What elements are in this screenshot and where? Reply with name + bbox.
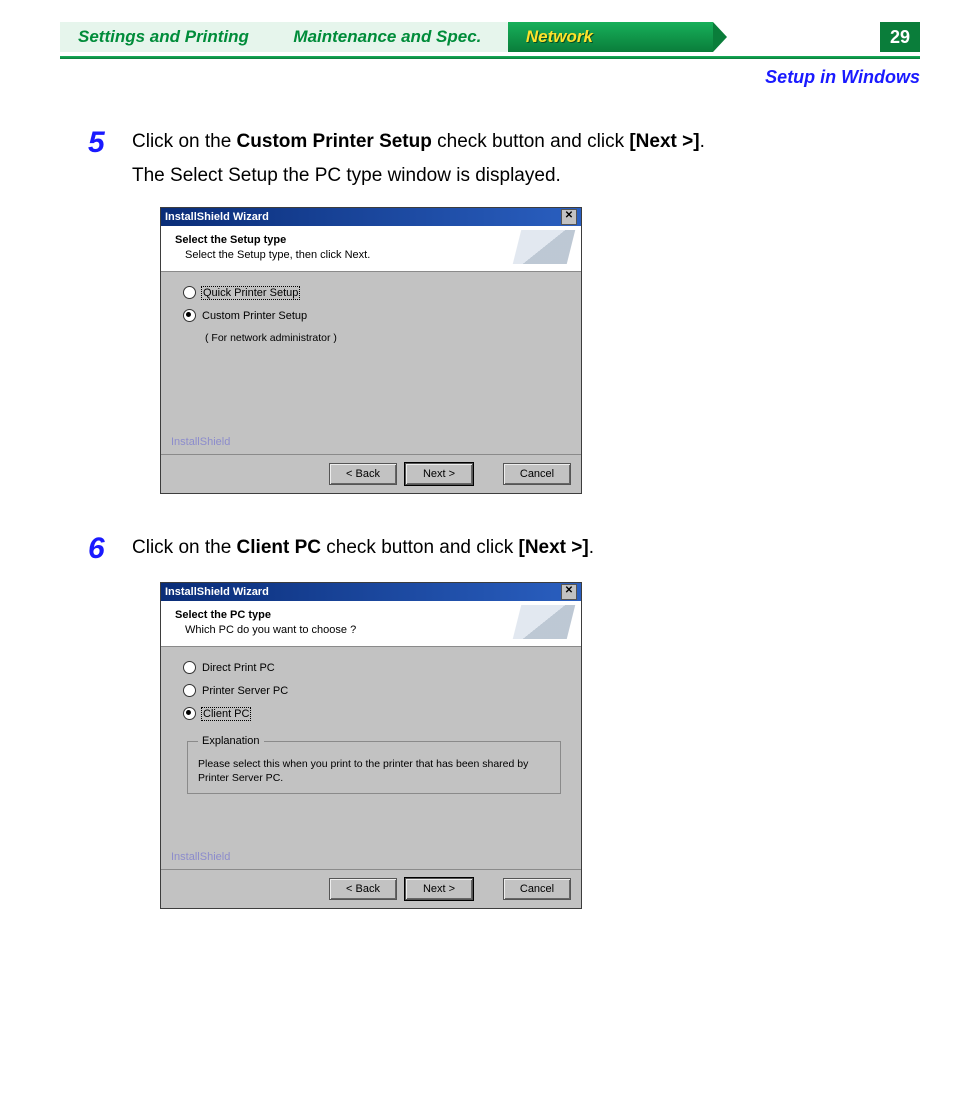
banner-subtitle: Which PC do you want to choose ? [185, 624, 571, 636]
banner-title: Select the Setup type [175, 234, 571, 246]
wizard-buttons: < Back Next > Cancel [161, 869, 581, 908]
window-title: InstallShield Wizard [165, 586, 269, 598]
tab-settings[interactable]: Settings and Printing [60, 22, 275, 52]
t-bold: [Next >] [519, 537, 589, 558]
explanation-legend: Explanation [198, 734, 264, 749]
wizard-setup-type: InstallShield Wizard ✕ Select the Setup … [160, 207, 582, 494]
radio-icon [183, 707, 196, 720]
banner-title: Select the PC type [175, 609, 571, 621]
section-heading: Setup in Windows [0, 67, 920, 88]
tab-maintenance[interactable]: Maintenance and Spec. [275, 22, 507, 52]
cancel-button[interactable]: Cancel [503, 463, 571, 485]
brand-text: InstallShield [171, 436, 230, 448]
radio-label: Direct Print PC [202, 662, 275, 674]
radio-client-pc[interactable]: Client PC [183, 707, 565, 720]
radio-icon [183, 661, 196, 674]
radio-printer-server-pc[interactable]: Printer Server PC [183, 684, 565, 697]
wizard-pc-type: InstallShield Wizard ✕ Select the PC typ… [160, 582, 582, 909]
t-bold: Client PC [237, 537, 321, 558]
wizard-banner: Select the PC type Which PC do you want … [161, 601, 581, 647]
step-text: Click on the Custom Printer Setup check … [132, 128, 705, 189]
radio-label: Client PC [202, 708, 250, 720]
close-icon[interactable]: ✕ [561, 584, 577, 600]
page-number-badge: 29 [880, 22, 920, 52]
top-tabs: Settings and Printing Maintenance and Sp… [60, 22, 954, 52]
step-number: 5 [88, 128, 132, 158]
back-button[interactable]: < Back [329, 878, 397, 900]
t-bold: [Next >] [629, 131, 699, 152]
close-icon[interactable]: ✕ [561, 209, 577, 225]
explanation-box: Explanation Please select this when you … [187, 734, 561, 794]
wizard-body: Quick Printer Setup Custom Printer Setup… [161, 272, 581, 454]
t: Click on the [132, 537, 237, 558]
radio-label: Quick Printer Setup [202, 287, 299, 299]
window-titlebar: InstallShield Wizard ✕ [161, 208, 581, 226]
step-6: 6 Click on the Client PC check button an… [88, 534, 954, 564]
radio-icon [183, 309, 196, 322]
radio-icon [183, 286, 196, 299]
radio-direct-print-pc[interactable]: Direct Print PC [183, 661, 565, 674]
wizard-banner: Select the Setup type Select the Setup t… [161, 226, 581, 272]
radio-custom-printer-setup[interactable]: Custom Printer Setup [183, 309, 565, 322]
t-bold: Custom Printer Setup [237, 131, 432, 152]
radio-label: Printer Server PC [202, 685, 288, 697]
next-button[interactable]: Next > [405, 878, 473, 900]
t: check button and click [321, 537, 519, 558]
brand-text: InstallShield [171, 851, 230, 863]
window-title: InstallShield Wizard [165, 211, 269, 223]
wizard-body: Direct Print PC Printer Server PC Client… [161, 647, 581, 869]
step-subtext: The Select Setup the PC type window is d… [132, 162, 705, 190]
step-5: 5 Click on the Custom Printer Setup chec… [88, 128, 954, 189]
back-button[interactable]: < Back [329, 463, 397, 485]
window-titlebar: InstallShield Wizard ✕ [161, 583, 581, 601]
tab-network[interactable]: Network [508, 22, 713, 52]
radio-icon [183, 684, 196, 697]
wizard-buttons: < Back Next > Cancel [161, 454, 581, 493]
banner-subtitle: Select the Setup type, then click Next. [185, 249, 571, 261]
t: . [700, 131, 705, 152]
radio-label: Custom Printer Setup [202, 310, 307, 322]
cancel-button[interactable]: Cancel [503, 878, 571, 900]
radio-quick-printer-setup[interactable]: Quick Printer Setup [183, 286, 565, 299]
step-number: 6 [88, 534, 132, 564]
t: Click on the [132, 131, 237, 152]
tab-underline [60, 56, 920, 59]
explanation-text: Please select this when you print to the… [198, 758, 528, 784]
step-text: Click on the Client PC check button and … [132, 534, 594, 562]
radio-hint: ( For network administrator ) [205, 332, 565, 344]
next-button[interactable]: Next > [405, 463, 473, 485]
t: check button and click [432, 131, 630, 152]
t: . [589, 537, 594, 558]
